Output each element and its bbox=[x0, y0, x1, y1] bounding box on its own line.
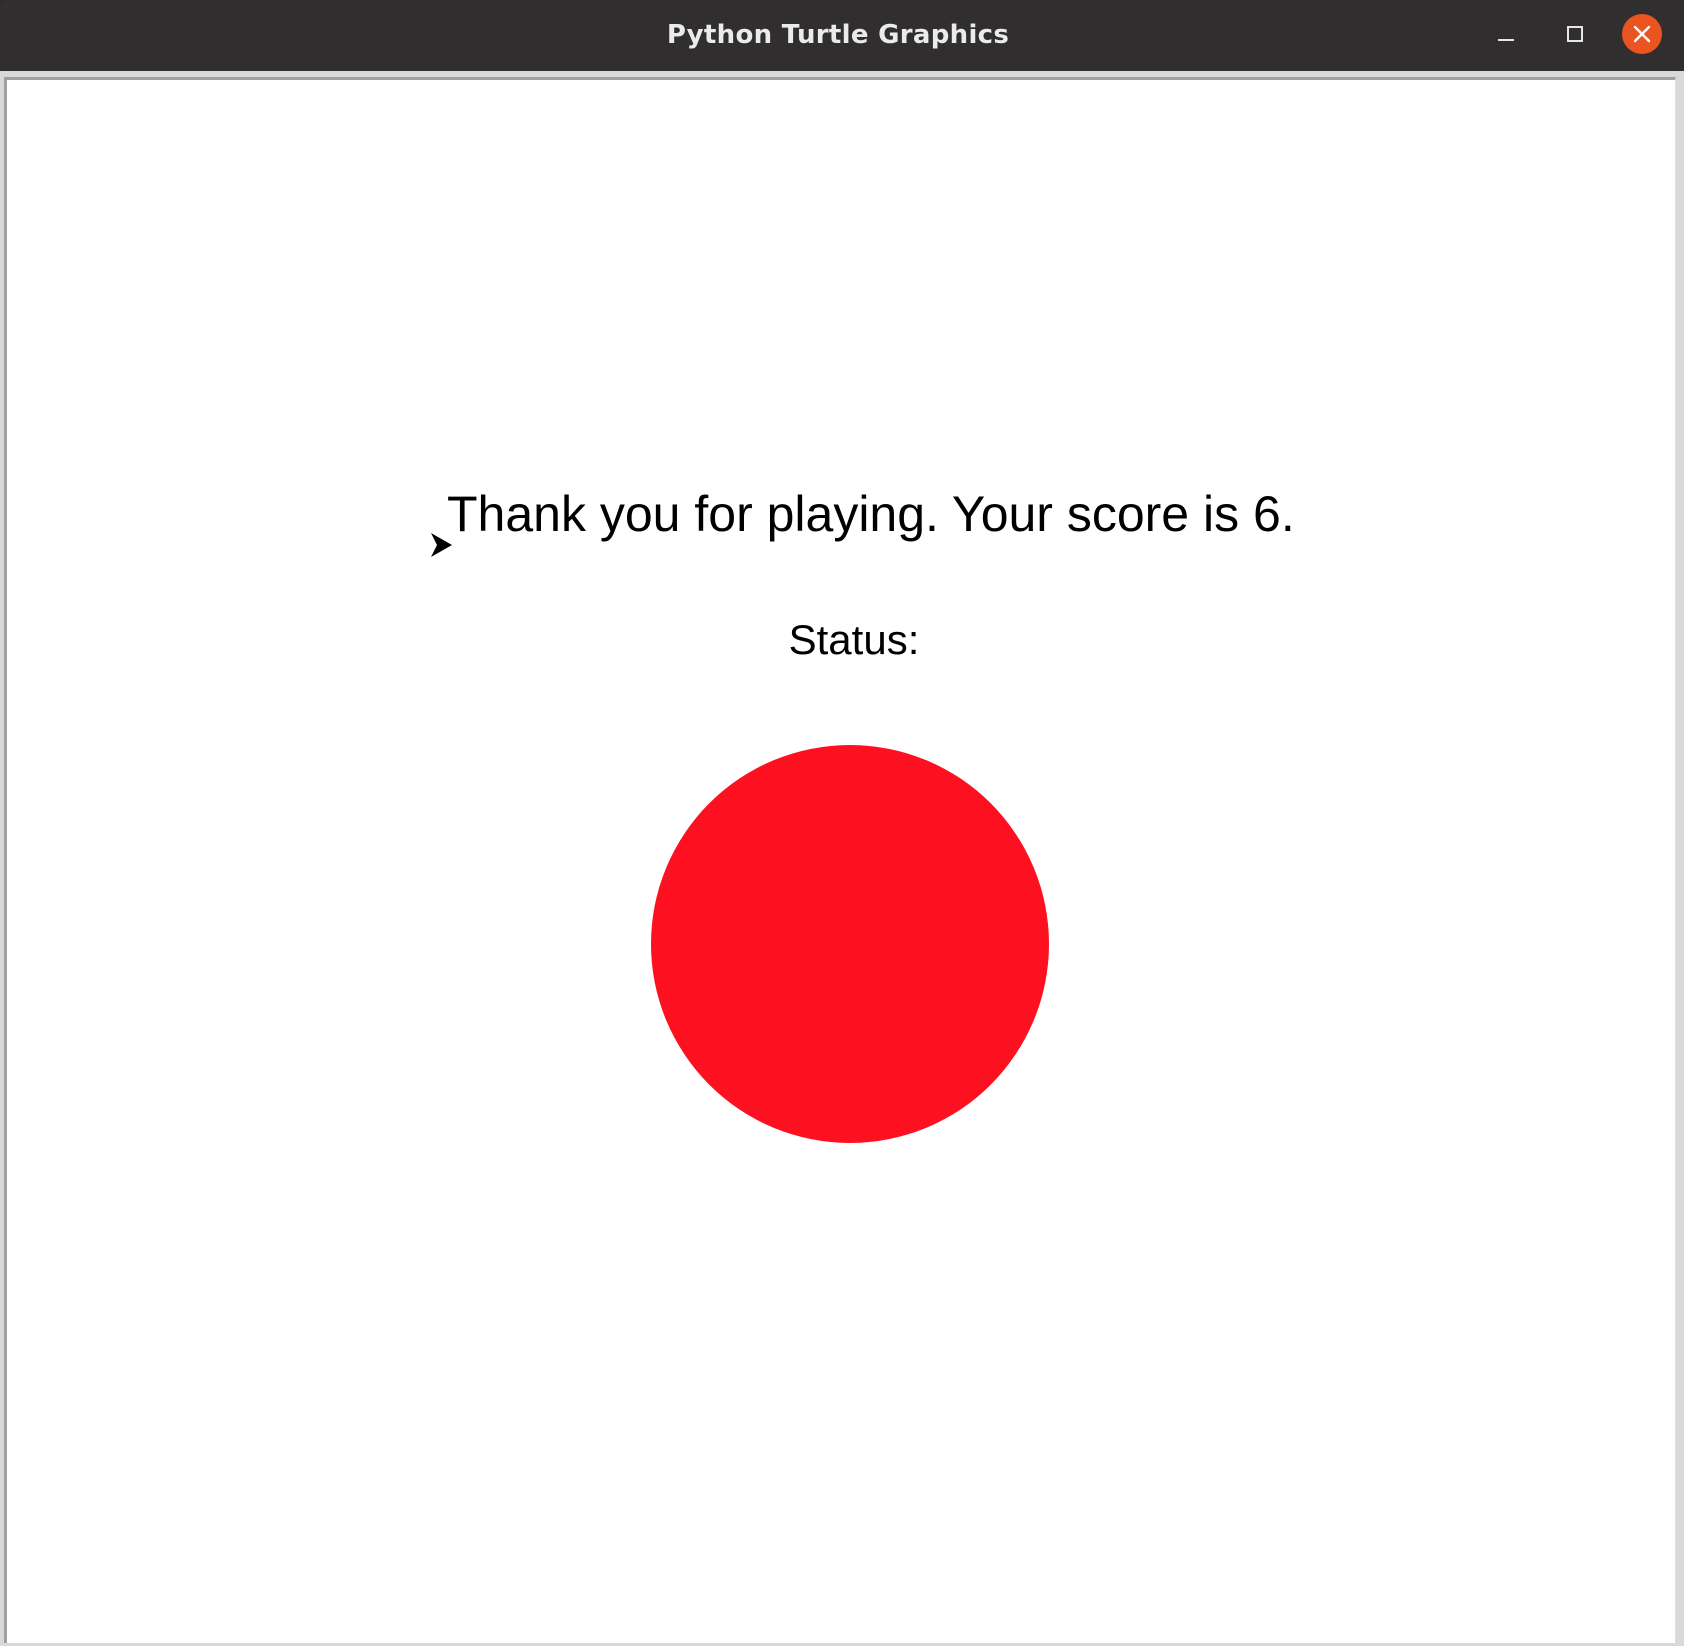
status-light bbox=[651, 745, 1049, 1143]
game-over-message: Thank you for playing. Your score is 6. bbox=[447, 486, 1295, 542]
minimize-button[interactable] bbox=[1486, 14, 1526, 54]
close-button[interactable] bbox=[1622, 14, 1662, 54]
window-title: Python Turtle Graphics bbox=[666, 20, 1010, 50]
minimize-icon bbox=[1498, 39, 1514, 41]
maximize-icon bbox=[1567, 26, 1583, 42]
maximize-button[interactable] bbox=[1554, 14, 1594, 54]
turtle-canvas[interactable]: Thank you for playing. Your score is 6. … bbox=[4, 77, 1676, 1643]
status-label: Status: bbox=[788, 616, 920, 663]
canvas-frame: Thank you for playing. Your score is 6. … bbox=[0, 71, 1684, 1646]
close-icon bbox=[1633, 25, 1651, 43]
title-bar[interactable]: Python Turtle Graphics bbox=[0, 0, 1684, 71]
turtle-window: Python Turtle Graphics Thank you for pla… bbox=[0, 0, 1684, 1646]
